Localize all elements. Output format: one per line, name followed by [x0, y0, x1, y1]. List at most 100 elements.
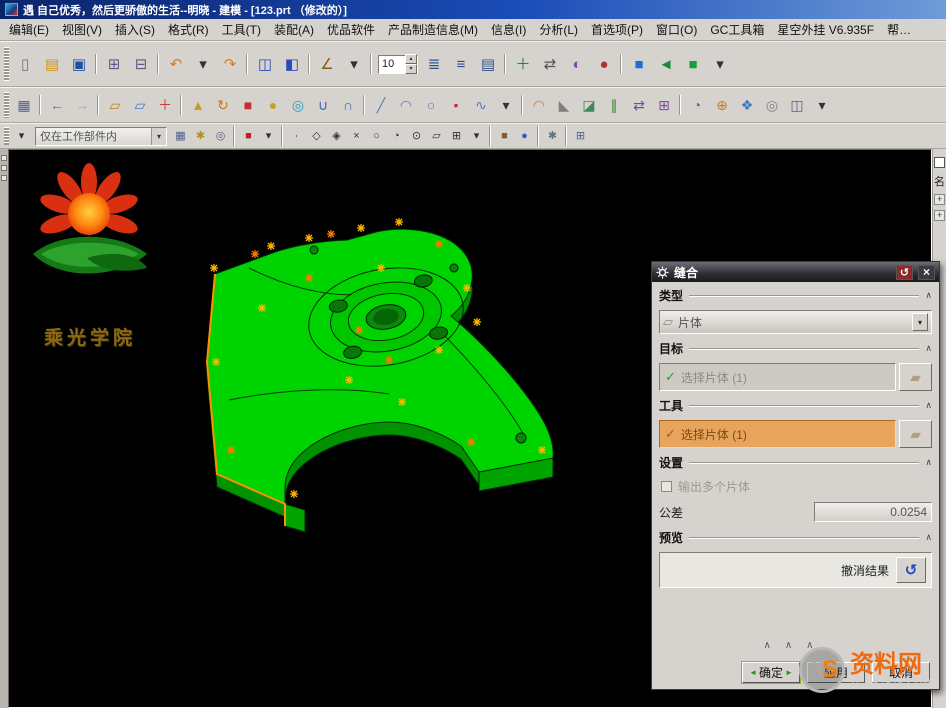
csys-icon[interactable]: ＋	[153, 93, 177, 117]
start-app-icon[interactable]: ■	[680, 51, 706, 77]
window-titlebar[interactable]: 遇 自己优秀，然后更骄傲的生活--明晓 - 建模 - [123.prt （修改的…	[0, 0, 946, 19]
tool-sheet-button[interactable]: ▰	[899, 420, 932, 448]
type-dropdown[interactable]: ▱ 片体 ▾	[659, 310, 932, 334]
menu-item[interactable]: 优品软件	[321, 19, 381, 40]
snap-center-icon[interactable]: ○	[367, 127, 386, 146]
snap-endpoint-icon[interactable]: ◇	[307, 127, 326, 146]
material-sphere-icon[interactable]: ●	[591, 51, 617, 77]
mirror-icon[interactable]: ⇄	[627, 93, 651, 117]
layer-spinbox[interactable]: 10 ▴▾	[378, 55, 418, 74]
dialog-close-button[interactable]: ×	[918, 265, 935, 280]
menu-item[interactable]: 信息(I)	[485, 19, 532, 40]
block-icon[interactable]: ■	[236, 93, 260, 117]
menu-item[interactable]: 产品制造信息(M)	[382, 19, 484, 40]
analysis-icon[interactable]: ◔	[685, 93, 709, 117]
layer-visibility-icon[interactable]: ▤	[475, 51, 501, 77]
snap-point-on-face-icon[interactable]: ▱	[427, 127, 446, 146]
datum-csys-icon[interactable]: ＋	[510, 51, 536, 77]
point-icon[interactable]: •	[444, 93, 468, 117]
line-icon[interactable]: ╱	[369, 93, 393, 117]
menu-item[interactable]: 格式(R)	[162, 19, 215, 40]
shaded-view-icon[interactable]: ◎	[760, 93, 784, 117]
extrude-icon[interactable]: ▲	[186, 93, 210, 117]
cylinder-icon[interactable]: ●	[261, 93, 285, 117]
gear-icon[interactable]: ✱	[543, 127, 562, 146]
swap-view-icon[interactable]: ⇄	[537, 51, 563, 77]
expand-icon[interactable]: +	[934, 194, 945, 205]
layer-settings-icon[interactable]: ≣	[421, 51, 447, 77]
menu-item[interactable]: 首选项(P)	[585, 19, 649, 40]
export-sheet-icon[interactable]: ⊟	[128, 51, 154, 77]
collapse-chevron-icon[interactable]: ∧	[925, 400, 932, 411]
grid-display-icon[interactable]: ⊞	[571, 127, 590, 146]
collapse-chevron-icon[interactable]: ∧	[925, 457, 932, 468]
type-section-header[interactable]: 类型 ∧	[659, 287, 932, 304]
selection-scope-combo[interactable]: 仅在工作部件内 ▾	[35, 127, 167, 146]
target-section-header[interactable]: 目标 ∧	[659, 340, 932, 357]
hole-icon[interactable]: ◎	[286, 93, 310, 117]
dock-marker-icon[interactable]	[1, 175, 7, 181]
more-commands-caret[interactable]: ▾	[707, 51, 733, 77]
collapse-chevron-icon[interactable]: ∧	[925, 343, 932, 354]
back-arrow-icon[interactable]: ←	[45, 93, 69, 117]
snap-grid-icon[interactable]: ⊞	[447, 127, 466, 146]
spin-down-icon[interactable]: ▾	[405, 64, 417, 74]
history-book-icon[interactable]: ◫	[252, 51, 278, 77]
type-filter-caret[interactable]: ▾	[12, 127, 31, 146]
sew-icon[interactable]: ∥	[602, 93, 626, 117]
tool-select-row[interactable]: ✓ 选择片体 (1)	[659, 420, 896, 448]
menu-item[interactable]: GC工具箱	[704, 19, 770, 40]
output-multiple-checkbox[interactable]	[661, 481, 672, 492]
view-cube-icon[interactable]: ❖	[735, 93, 759, 117]
pattern-icon[interactable]: ⊞	[652, 93, 676, 117]
general-selection-icon[interactable]: ✱	[191, 127, 210, 146]
target-sheet-button[interactable]: ▰	[899, 363, 932, 391]
feature-more-caret[interactable]: ▾	[810, 93, 834, 117]
menu-item[interactable]: 编辑(E)	[3, 19, 55, 40]
expand-icon[interactable]: +	[934, 210, 945, 221]
menu-item[interactable]: 分析(L)	[533, 19, 584, 40]
highlight-icon[interactable]: ◎	[211, 127, 230, 146]
display-mode-icon[interactable]: ■	[626, 51, 652, 77]
tool-section-header[interactable]: 工具 ∧	[659, 397, 932, 414]
resource-bar-toggle-icon[interactable]	[934, 157, 945, 168]
menu-item[interactable]: 窗口(O)	[650, 19, 703, 40]
spline-icon[interactable]: ∿	[469, 93, 493, 117]
undo-result-button[interactable]: ↺	[896, 557, 926, 583]
selection-scope-caret-icon[interactable]: ▾	[151, 128, 166, 145]
snap-point-icon[interactable]: ∙	[287, 127, 306, 146]
dock-marker-icon[interactable]	[1, 155, 7, 161]
snap-quadrant-icon[interactable]: ◔	[387, 127, 406, 146]
toolbar-grip[interactable]	[4, 92, 9, 118]
circle-icon[interactable]: ○	[419, 93, 443, 117]
new-document-icon[interactable]: ▯	[12, 51, 38, 77]
stop-selection-icon[interactable]: ■	[239, 127, 258, 146]
toolbar-grip[interactable]	[4, 47, 9, 81]
snap-midpoint-icon[interactable]: ◈	[327, 127, 346, 146]
toolbar-grip[interactable]	[4, 127, 9, 145]
spin-up-icon[interactable]: ▴	[405, 54, 417, 64]
sketch-icon[interactable]: ▱	[103, 93, 127, 117]
measure-dropdown-caret[interactable]: ▾	[341, 51, 367, 77]
undo-icon[interactable]: ↶	[163, 51, 189, 77]
fillet-icon[interactable]: ◠	[527, 93, 551, 117]
revolve-icon[interactable]: ↻	[211, 93, 235, 117]
curve-dropdown-caret[interactable]: ▾	[494, 93, 518, 117]
dock-marker-icon[interactable]	[1, 165, 7, 171]
collapse-chevron-icon[interactable]: ∧	[925, 290, 932, 301]
tolerance-field[interactable]: 0.0254	[814, 502, 932, 522]
filter-face-icon[interactable]: ▦	[171, 127, 190, 146]
sew-dialog-titlebar[interactable]: 缝合 ↺ ×	[652, 262, 939, 282]
snap-point-on-curve-icon[interactable]: ⊙	[407, 127, 426, 146]
preview-section-header[interactable]: 预览 ∧	[659, 529, 932, 546]
measure-icon[interactable]: ∠	[314, 51, 340, 77]
stop-caret[interactable]: ▾	[259, 127, 278, 146]
sheet-grid-icon[interactable]: ▦	[12, 93, 36, 117]
arc-icon[interactable]: ◠	[394, 93, 418, 117]
unite-icon[interactable]: ∪	[311, 93, 335, 117]
menu-item[interactable]: 插入(S)	[109, 19, 161, 40]
copy-display-icon[interactable]: ⊞	[101, 51, 127, 77]
type-dropdown-caret-icon[interactable]: ▾	[912, 313, 928, 331]
wcs-icon[interactable]: ⊕	[710, 93, 734, 117]
menu-item[interactable]: 工具(T)	[216, 19, 267, 40]
